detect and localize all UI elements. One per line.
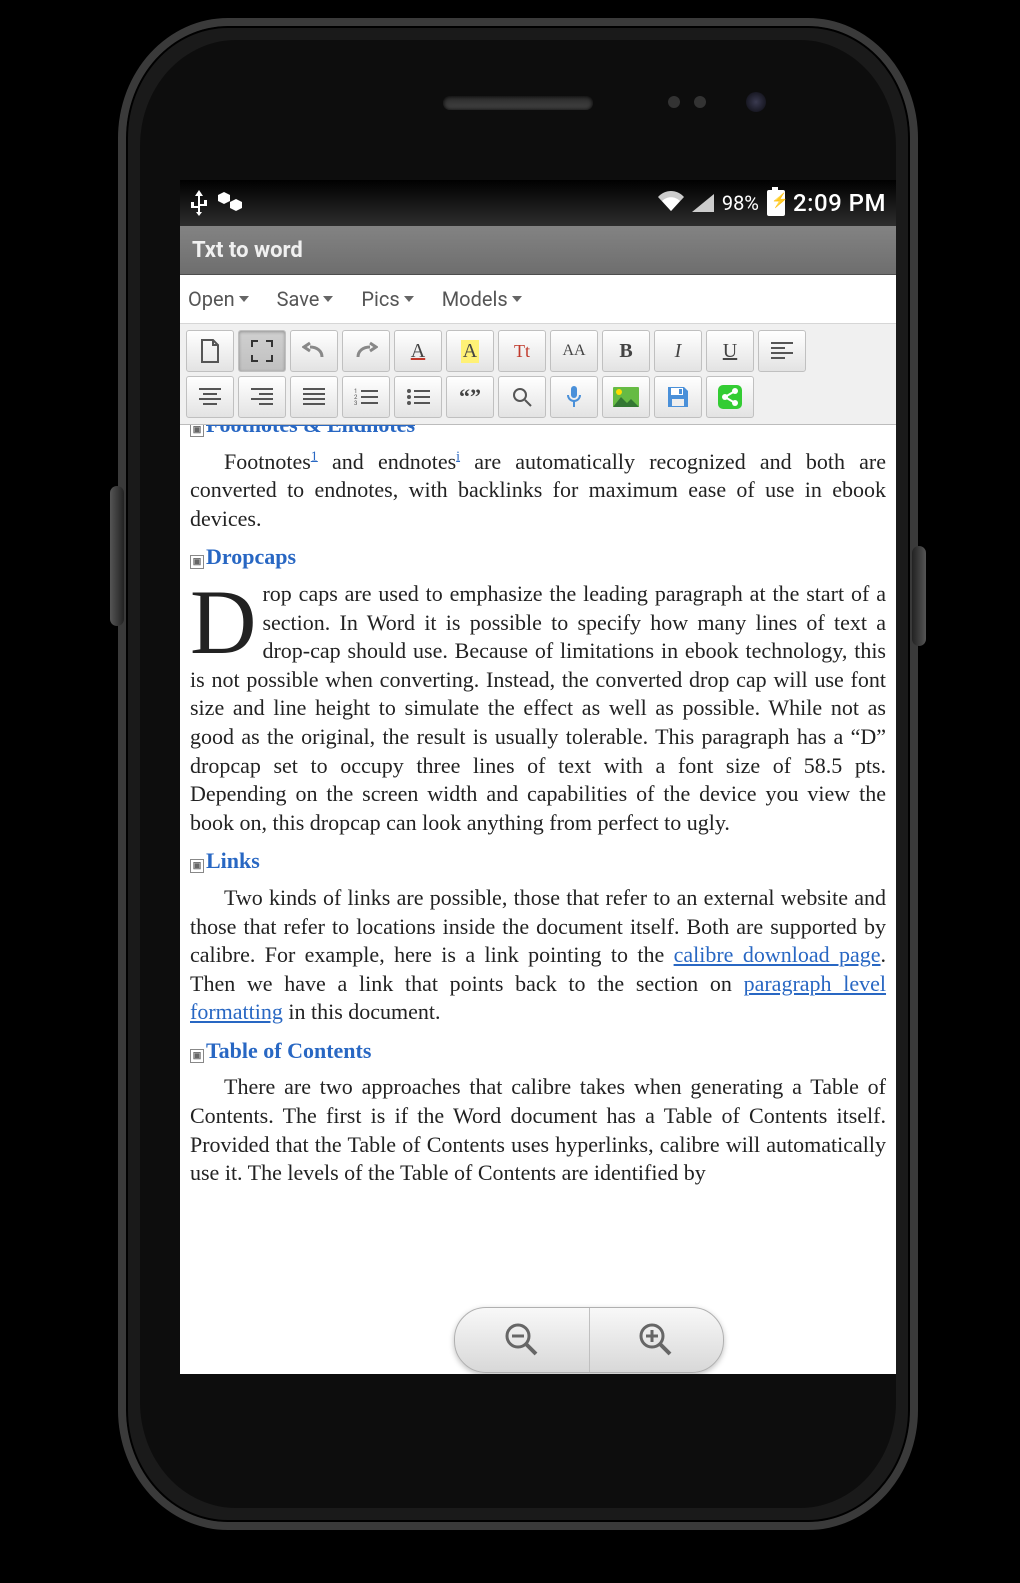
signal-icon bbox=[692, 194, 714, 212]
mic-button[interactable] bbox=[550, 376, 598, 418]
italic-button[interactable]: I bbox=[654, 330, 702, 372]
highlight-button[interactable]: A bbox=[446, 330, 494, 372]
caret-down-icon bbox=[239, 296, 249, 302]
paragraph-dropcap: Drop caps are used to emphasize the lead… bbox=[190, 580, 886, 837]
phone-speaker bbox=[443, 96, 593, 110]
phone-bezel: 98% ⚡ 2:09 PM Txt to word Open Save Pics… bbox=[140, 40, 896, 1508]
share-button[interactable] bbox=[706, 376, 754, 418]
search-button[interactable] bbox=[498, 376, 546, 418]
align-center-button[interactable] bbox=[186, 376, 234, 418]
zoom-out-button[interactable] bbox=[455, 1308, 590, 1372]
section-heading-cut: ▣Footnotes & Endnotes bbox=[190, 425, 886, 440]
blockquote-button[interactable]: “” bbox=[446, 376, 494, 418]
sensor-dot bbox=[668, 96, 680, 108]
menubar: Open Save Pics Models bbox=[180, 275, 896, 324]
paragraph: There are two approaches that calibre ta… bbox=[190, 1073, 886, 1187]
font-family-button[interactable]: AA bbox=[550, 330, 598, 372]
toc-mark-icon: ▣ bbox=[190, 859, 204, 873]
zoom-in-button[interactable] bbox=[590, 1308, 724, 1372]
android-statusbar: 98% ⚡ 2:09 PM bbox=[180, 180, 896, 226]
section-heading-dropcaps: ▣Dropcaps bbox=[190, 543, 886, 572]
menu-save[interactable]: Save bbox=[277, 287, 334, 311]
dropcap-letter: D bbox=[190, 580, 262, 658]
battery-charging-icon: ⚡ bbox=[767, 190, 785, 216]
phone-frame: 98% ⚡ 2:09 PM Txt to word Open Save Pics… bbox=[118, 18, 918, 1530]
bold-button[interactable]: B bbox=[602, 330, 650, 372]
app-title: Txt to word bbox=[192, 238, 303, 263]
toolbar: A A Tt AA B I bbox=[180, 324, 896, 425]
app-notif-icon bbox=[218, 192, 242, 214]
save-disk-button[interactable] bbox=[654, 376, 702, 418]
menu-models[interactable]: Models bbox=[442, 287, 522, 311]
svg-text:3: 3 bbox=[354, 400, 357, 406]
section-heading-links: ▣Links bbox=[190, 847, 886, 876]
document-view[interactable]: ▣Footnotes & Endnotes Footnotes1 and end… bbox=[180, 425, 896, 1374]
toc-mark-icon: ▣ bbox=[190, 425, 204, 437]
menu-pics[interactable]: Pics bbox=[361, 287, 413, 311]
fullscreen-button[interactable] bbox=[238, 330, 286, 372]
toc-mark-icon: ▣ bbox=[190, 555, 204, 569]
zoom-control bbox=[454, 1307, 724, 1373]
wifi-icon bbox=[658, 189, 684, 217]
sensor-dot bbox=[694, 96, 706, 108]
align-left-button[interactable] bbox=[758, 330, 806, 372]
battery-percent: 98% bbox=[722, 191, 759, 215]
clock: 2:09 PM bbox=[793, 189, 886, 217]
caret-down-icon bbox=[404, 296, 414, 302]
new-doc-button[interactable] bbox=[186, 330, 234, 372]
font-size-button[interactable]: Tt bbox=[498, 330, 546, 372]
volume-button bbox=[110, 486, 124, 626]
toc-mark-icon: ▣ bbox=[190, 1049, 204, 1063]
paragraph: Footnotes1 and endnotesi are automatical… bbox=[190, 448, 886, 534]
usb-icon bbox=[190, 190, 208, 216]
caret-down-icon bbox=[323, 296, 333, 302]
unordered-list-button[interactable] bbox=[394, 376, 442, 418]
align-right-button[interactable] bbox=[238, 376, 286, 418]
screen: 98% ⚡ 2:09 PM Txt to word Open Save Pics… bbox=[180, 180, 896, 1374]
text-color-button[interactable]: A bbox=[394, 330, 442, 372]
power-button bbox=[912, 546, 926, 646]
paragraph: Two kinds of links are possible, those t… bbox=[190, 884, 886, 1027]
caret-down-icon bbox=[512, 296, 522, 302]
underline-button[interactable]: U bbox=[706, 330, 754, 372]
align-justify-button[interactable] bbox=[290, 376, 338, 418]
undo-button[interactable] bbox=[290, 330, 338, 372]
link-calibre-download[interactable]: calibre download page bbox=[674, 942, 881, 967]
footnote-ref[interactable]: 1 bbox=[311, 449, 318, 464]
app-titlebar: Txt to word bbox=[180, 226, 896, 275]
front-camera bbox=[746, 92, 766, 112]
insert-image-button[interactable] bbox=[602, 376, 650, 418]
redo-button[interactable] bbox=[342, 330, 390, 372]
section-heading-toc: ▣Table of Contents bbox=[190, 1037, 886, 1066]
ordered-list-button[interactable]: 123 bbox=[342, 376, 390, 418]
menu-open[interactable]: Open bbox=[188, 287, 249, 311]
